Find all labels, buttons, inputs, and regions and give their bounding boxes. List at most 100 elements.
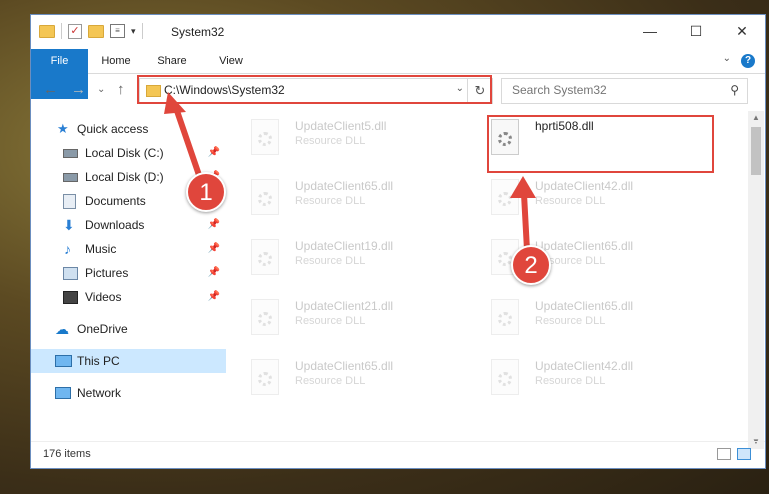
file-name: UpdateClient65.dll <box>535 239 634 253</box>
drive-icon <box>63 149 78 158</box>
maximize-button[interactable]: ☐ <box>673 15 719 47</box>
help-icon[interactable]: ? <box>741 54 755 68</box>
sidebar-item-this-pc[interactable]: This PC <box>31 349 226 373</box>
tab-view[interactable]: View <box>206 49 256 73</box>
minimize-button[interactable]: — <box>627 15 673 47</box>
window-title: System32 <box>171 25 225 39</box>
sidebar-item-label: Videos <box>85 290 122 304</box>
tab-share[interactable]: Share <box>147 49 197 73</box>
chevron-down-icon[interactable]: ⌄ <box>723 53 731 64</box>
large-icons-view-icon[interactable] <box>737 448 751 460</box>
file-name: UpdateClient19.dll <box>295 239 394 253</box>
pin-icon[interactable]: 📌 <box>208 261 220 285</box>
pin-icon[interactable]: 📌 <box>208 141 220 165</box>
back-button[interactable]: ← <box>43 81 58 98</box>
sidebar-item-music[interactable]: ♪ Music 📌 <box>31 237 226 261</box>
folder-icon <box>39 24 55 38</box>
scroll-thumb[interactable] <box>751 127 761 175</box>
file-type: Resource DLL <box>295 195 366 207</box>
search-input[interactable] <box>510 82 714 98</box>
sidebar-item-network[interactable]: Network <box>31 381 226 405</box>
details-view-icon[interactable] <box>717 448 731 460</box>
search-box[interactable]: ⚲ <box>501 78 748 104</box>
dll-file-icon <box>251 299 279 335</box>
list-item[interactable]: UpdateClient19.dll Resource DLL <box>251 235 471 285</box>
file-highlight <box>487 115 714 173</box>
file-name: UpdateClient21.dll <box>295 299 394 313</box>
divider <box>61 23 62 39</box>
file-name: UpdateClient42.dll <box>535 179 634 193</box>
sidebar-item-label: Local Disk (D:) <box>85 170 164 184</box>
list-item[interactable]: UpdateClient65.dll Resource DLL <box>251 175 471 225</box>
list-item[interactable]: UpdateClient42.dll Resource DLL <box>491 175 711 225</box>
sidebar-item-videos[interactable]: Videos 📌 <box>31 285 226 309</box>
file-type: Resource DLL <box>535 315 606 327</box>
search-icon[interactable]: ⚲ <box>730 83 739 97</box>
callout-step-1: 1 <box>186 172 226 212</box>
cloud-icon: ☁ <box>55 321 69 337</box>
up-button[interactable]: ↑ <box>117 81 125 98</box>
dll-file-icon <box>251 119 279 155</box>
pin-icon[interactable]: 📌 <box>208 285 220 309</box>
window-controls: — ☐ ✕ <box>627 15 765 47</box>
documents-icon <box>63 194 76 209</box>
pin-icon[interactable]: 📌 <box>208 213 220 237</box>
sidebar-item-label: Network <box>77 386 122 400</box>
sidebar-item-label: OneDrive <box>77 322 128 336</box>
sidebar-item-label: Downloads <box>85 218 145 232</box>
recent-locations-button[interactable]: ⌄ <box>97 84 105 95</box>
file-type: Resource DLL <box>535 375 606 387</box>
status-bar: 176 items <box>31 441 765 468</box>
list-item[interactable]: UpdateClient65.dll Resource DLL <box>251 355 471 405</box>
pictures-icon <box>63 267 78 280</box>
file-type: Resource DLL <box>295 255 366 267</box>
item-count: 176 items <box>43 448 91 460</box>
vertical-scrollbar[interactable]: ▲ ▼ <box>748 111 764 449</box>
new-folder-icon[interactable] <box>88 24 104 38</box>
sidebar-item-label: Local Disk (C:) <box>85 146 164 160</box>
list-item[interactable]: UpdateClient21.dll Resource DLL <box>251 295 471 345</box>
callout-step-2: 2 <box>511 245 551 285</box>
drive-icon <box>63 173 78 182</box>
dll-file-icon <box>251 179 279 215</box>
close-button[interactable]: ✕ <box>719 15 765 47</box>
file-name: UpdateClient65.dll <box>535 299 634 313</box>
scroll-up-icon[interactable]: ▲ <box>748 111 764 125</box>
dll-file-icon <box>251 359 279 395</box>
list-item[interactable]: UpdateClient5.dll Resource DLL <box>251 115 471 165</box>
network-icon <box>55 387 71 399</box>
view-toggle <box>717 448 751 460</box>
sidebar-item-downloads[interactable]: ⬇ Downloads 📌 <box>31 213 226 237</box>
sidebar-item-label: Pictures <box>85 266 129 280</box>
sidebar-item-onedrive[interactable]: ☁ OneDrive <box>31 317 226 341</box>
sidebar-item-label: Quick access <box>77 122 149 136</box>
download-icon: ⬇ <box>63 217 75 233</box>
file-type: Resource DLL <box>295 375 366 387</box>
tab-home[interactable]: Home <box>91 49 141 73</box>
file-name: UpdateClient65.dll <box>295 359 394 373</box>
title-bar: ✓ ≡ ▾ System32 — ☐ ✕ <box>31 15 765 49</box>
dll-file-icon <box>491 299 519 335</box>
sidebar-item-label: Music <box>85 242 117 256</box>
sidebar-item-quick-access[interactable]: ★ Quick access <box>31 117 226 141</box>
file-type: Resource DLL <box>535 195 606 207</box>
sidebar-item-local-disk-c[interactable]: Local Disk (C:) 📌 <box>31 141 226 165</box>
address-bar-highlight <box>137 75 492 104</box>
dll-file-icon <box>251 239 279 275</box>
videos-icon <box>63 291 78 304</box>
computer-icon <box>55 355 72 367</box>
customize-toolbar-icon[interactable]: ▾ <box>131 26 136 37</box>
sidebar-item-label: This PC <box>77 354 120 368</box>
file-type: Resource DLL <box>295 315 366 327</box>
pin-icon[interactable]: 📌 <box>208 237 220 261</box>
sidebar-item-pictures[interactable]: Pictures 📌 <box>31 261 226 285</box>
forward-button[interactable]: → <box>71 81 86 98</box>
properties-check-icon[interactable]: ✓ <box>68 23 82 39</box>
file-name: UpdateClient5.dll <box>295 119 387 133</box>
list-item[interactable]: UpdateClient42.dll Resource DLL <box>491 355 711 405</box>
properties-icon[interactable]: ≡ <box>110 24 125 38</box>
dll-file-icon <box>491 179 519 215</box>
file-name: UpdateClient65.dll <box>295 179 394 193</box>
file-name: UpdateClient42.dll <box>535 359 634 373</box>
list-item[interactable]: UpdateClient65.dll Resource DLL <box>491 295 711 345</box>
